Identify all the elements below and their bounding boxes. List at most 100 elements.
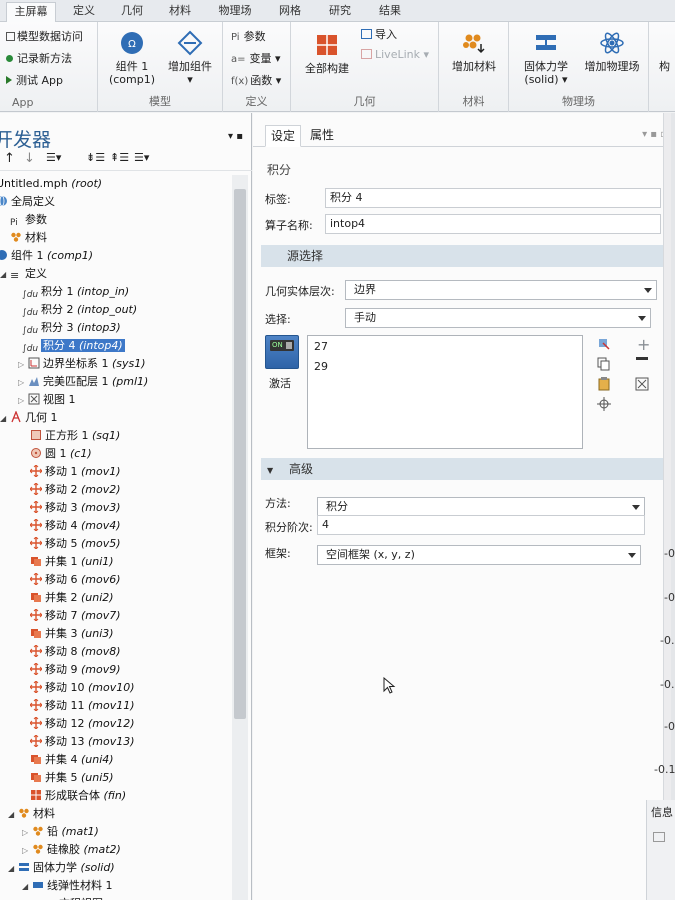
tree-node-root[interactable]: Untitled.mph (root): [0, 175, 102, 192]
tree-node-union-2[interactable]: 并集 2 (uni2): [30, 589, 114, 606]
zoom-to-selection-icon[interactable]: [597, 397, 611, 411]
tab-definitions[interactable]: 定义: [64, 2, 104, 22]
list-item[interactable]: 29: [314, 360, 328, 373]
expand-all-icon[interactable]: ⇟☰: [86, 151, 105, 164]
tab-properties[interactable]: 属性: [305, 125, 339, 147]
tree-node-integration-1[interactable]: ∫du 积分 1 (intop_in): [22, 283, 129, 300]
collapsed-toggle-icon[interactable]: ▷: [18, 374, 28, 391]
tree-node-parameters[interactable]: Pi 参数: [10, 211, 47, 228]
tree-node-materials-node[interactable]: ◢ 材料: [8, 805, 55, 822]
list-item[interactable]: 27: [314, 340, 328, 353]
tree-node-form-union[interactable]: 形成联合体 (fin): [30, 787, 126, 804]
method-select[interactable]: 积分: [317, 497, 645, 517]
tree-node-integration-4[interactable]: ∫du 积分 4 (intop4): [22, 337, 125, 354]
tree-node-move-9[interactable]: 移动 9 (mov9): [30, 661, 121, 678]
tab-results[interactable]: 结果: [370, 2, 410, 22]
model-data-access-button[interactable]: 模型数据访问: [6, 28, 83, 44]
collapsed-toggle-icon[interactable]: ▷: [22, 842, 32, 859]
tree-node-integration-3[interactable]: ∫du 积分 3 (intop3): [22, 319, 121, 336]
tree-node-union-3[interactable]: 并集 3 (uni3): [30, 625, 114, 642]
add-physics-button[interactable]: 增加物理场: [577, 30, 647, 73]
integration-order-field[interactable]: 4: [317, 515, 645, 535]
test-app-button[interactable]: 测试 App: [6, 72, 63, 88]
tree-node-square-1[interactable]: 正方形 1 (sq1): [30, 427, 120, 444]
collapse-all-icon[interactable]: ⇞☰: [110, 151, 129, 164]
tab-physics[interactable]: 物理场: [210, 2, 260, 22]
tree-node-circle-1[interactable]: 圆 1 (c1): [30, 445, 92, 462]
add-icon[interactable]: +: [637, 335, 650, 354]
expanded-toggle-icon[interactable]: ◢: [8, 806, 18, 823]
tree-node-definitions[interactable]: ◢ ≡ 定义: [0, 265, 47, 282]
tab-messages[interactable]: 信息: [651, 804, 673, 820]
show-more-icon[interactable]: ☰▾: [46, 151, 61, 164]
tree-node-union-5[interactable]: 并集 5 (uni5): [30, 769, 114, 786]
tree-node-pml-1[interactable]: ▷ 完美匹配层 1 (pml1): [18, 373, 148, 390]
tree-node-global-definitions[interactable]: 全局定义: [0, 193, 55, 210]
advanced-section-header[interactable]: ▼ 高级: [261, 458, 666, 480]
parameters-button[interactable]: Pi 参数: [231, 28, 266, 44]
tree-node-move-12[interactable]: 移动 12 (mov12): [30, 715, 135, 732]
tree-node-move-2[interactable]: 移动 2 (mov2): [30, 481, 121, 498]
tree-node-move-3[interactable]: 移动 3 (mov3): [30, 499, 121, 516]
tree-node-geometry-1[interactable]: ◢ 几何 1: [0, 409, 58, 426]
tree-node-materials[interactable]: 材料: [10, 229, 47, 246]
tree-node-integration-2[interactable]: ∫du 积分 2 (intop_out): [22, 301, 137, 318]
livelink-button[interactable]: LiveLink ▾: [361, 48, 429, 61]
collapsed-toggle-icon[interactable]: ▷: [18, 356, 28, 373]
scrollbar-thumb[interactable]: [234, 189, 246, 719]
solid-mechanics-button[interactable]: 固体力学 (solid) ▾: [513, 30, 579, 86]
expanded-toggle-icon[interactable]: ◢: [8, 860, 18, 877]
settings-scrollbar[interactable]: [663, 113, 671, 900]
tab-geometry[interactable]: 几何: [112, 2, 152, 22]
messages-toolbar-icon[interactable]: [653, 832, 665, 842]
tree-node-lead[interactable]: ▷ 铅 (mat1): [22, 823, 99, 840]
paste-selection-icon[interactable]: [597, 337, 611, 351]
import-button[interactable]: 导入: [361, 26, 397, 42]
clear-selection-icon[interactable]: [635, 377, 649, 391]
tree-node-move-1[interactable]: 移动 1 (mov1): [30, 463, 121, 480]
functions-button[interactable]: f(x) 函数 ▾: [231, 72, 281, 88]
record-method-button[interactable]: 记录新方法: [6, 50, 72, 66]
pin-icon[interactable]: ▾ ▪: [228, 131, 243, 142]
tree-node-equation-view[interactable]: u方程视图: [44, 895, 103, 900]
component-button[interactable]: Ω 组件 1 (comp1): [104, 30, 160, 86]
tab-home[interactable]: 主屏幕: [6, 2, 56, 22]
variables-button[interactable]: a= 变量 ▾: [231, 50, 281, 66]
geometric-entity-level-select[interactable]: 边界: [345, 280, 657, 300]
activate-toggle[interactable]: ON: [265, 335, 299, 369]
tree-node-component-1[interactable]: 组件 1 (comp1): [0, 247, 93, 264]
tree-node-union-4[interactable]: 并集 4 (uni4): [30, 751, 114, 768]
tab-materials[interactable]: 材料: [160, 2, 200, 22]
label-field[interactable]: 积分 4: [325, 188, 661, 208]
tree-node-linear-elastic-material-1[interactable]: ◢ 线弹性材料 1: [22, 877, 113, 894]
tree-node-move-11[interactable]: 移动 11 (mov11): [30, 697, 135, 714]
frame-select[interactable]: 空间框架 (x, y, z): [317, 545, 641, 565]
copy-selection-icon[interactable]: [597, 357, 611, 371]
collapsed-toggle-icon[interactable]: ▷: [22, 824, 32, 841]
build-all-button[interactable]: 全部构建: [295, 32, 359, 75]
add-component-button[interactable]: 增加组件 ▾: [162, 30, 218, 86]
list-view-icon[interactable]: ☰▾: [134, 151, 149, 164]
tree-node-move-7[interactable]: 移动 7 (mov7): [30, 607, 121, 624]
expanded-toggle-icon[interactable]: ◢: [22, 878, 32, 895]
tree-node-solid-mechanics[interactable]: ◢ 固体力学 (solid): [8, 859, 115, 876]
tab-study[interactable]: 研究: [320, 2, 360, 22]
tree-node-silicone-rubber[interactable]: ▷ 硅橡胶 (mat2): [22, 841, 121, 858]
tree-node-move-13[interactable]: 移动 13 (mov13): [30, 733, 135, 750]
tree-node-move-5[interactable]: 移动 5 (mov5): [30, 535, 121, 552]
operator-name-field[interactable]: intop4: [325, 214, 661, 234]
selection-listbox[interactable]: 27 29: [307, 335, 583, 449]
tree-node-view-1[interactable]: ▷ 视图 1: [18, 391, 76, 408]
add-material-button[interactable]: 增加材料: [443, 30, 505, 73]
ribbon-overflow-label[interactable]: 构: [659, 58, 670, 74]
clipboard-icon[interactable]: [597, 377, 611, 391]
tree-node-move-6[interactable]: 移动 6 (mov6): [30, 571, 121, 588]
collapsed-toggle-icon[interactable]: ▷: [18, 392, 28, 409]
selection-select[interactable]: 手动: [345, 308, 651, 328]
tree-node-boundary-system-1[interactable]: ▷ 边界坐标系 1 (sys1): [18, 355, 146, 372]
tab-settings[interactable]: 设定: [265, 125, 302, 147]
tab-mesh[interactable]: 网格: [270, 2, 310, 22]
tree-node-union-1[interactable]: 并集 1 (uni1): [30, 553, 114, 570]
model-tree-scrollbar[interactable]: [232, 175, 248, 900]
tree-node-move-4[interactable]: 移动 4 (mov4): [30, 517, 121, 534]
